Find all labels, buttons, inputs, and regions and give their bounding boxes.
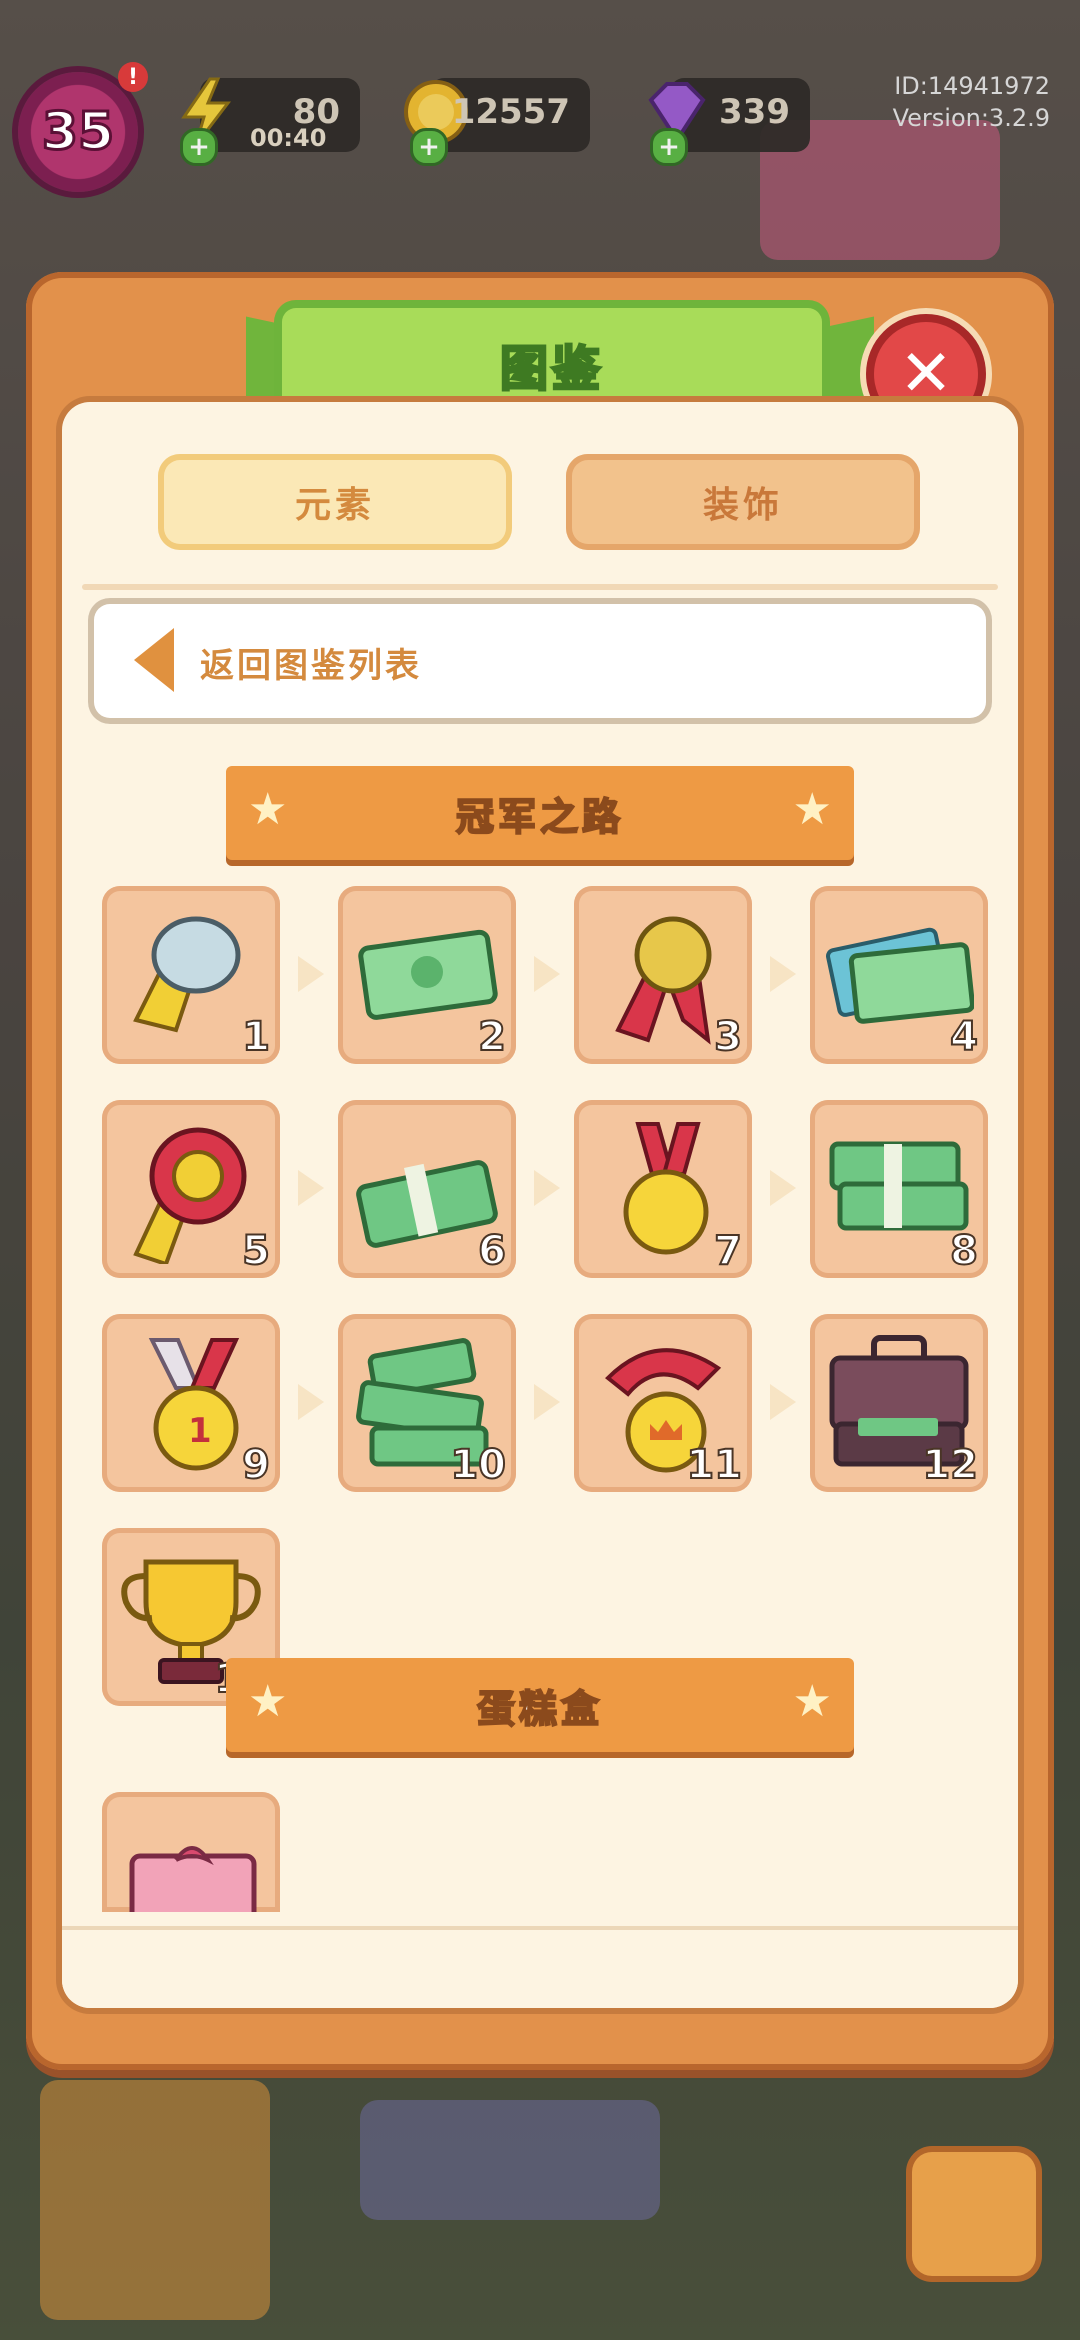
collection-item[interactable]: 8 bbox=[810, 1100, 988, 1278]
item-number: 11 bbox=[685, 1441, 743, 1489]
arrow-icon bbox=[534, 1170, 560, 1206]
item-number: 4 bbox=[949, 1013, 979, 1061]
item-number: 2 bbox=[477, 1013, 507, 1061]
level-value: 35 bbox=[40, 101, 115, 164]
arrow-icon bbox=[770, 1170, 796, 1206]
build-info: ID:14941972 Version:3.2.9 bbox=[893, 70, 1050, 134]
background-decor bbox=[360, 2100, 660, 2220]
arrow-icon bbox=[770, 1384, 796, 1420]
collection-item[interactable]: 7 bbox=[574, 1100, 752, 1278]
item-number: 7 bbox=[713, 1227, 743, 1275]
section-header-champion-road: ★ 冠军之路 ★ bbox=[226, 766, 854, 860]
arrow-icon bbox=[770, 956, 796, 992]
item-number: 8 bbox=[949, 1227, 979, 1275]
arrow-icon bbox=[298, 956, 324, 992]
item-number: 12 bbox=[921, 1441, 979, 1489]
star-icon: ★ bbox=[792, 784, 832, 835]
collection-item[interactable]: 6 bbox=[338, 1100, 516, 1278]
back-to-list-button[interactable]: 返回图鉴列表 bbox=[88, 598, 992, 724]
gem-value: 339 bbox=[719, 92, 790, 132]
star-icon: ★ bbox=[792, 1676, 832, 1727]
collection-item[interactable] bbox=[102, 1792, 280, 1912]
coin-value: 12557 bbox=[451, 92, 570, 132]
energy-timer: 00:40 bbox=[250, 124, 327, 152]
star-icon: ★ bbox=[248, 784, 288, 835]
background-decor bbox=[40, 2080, 270, 2320]
collection-item[interactable]: 5 bbox=[102, 1100, 280, 1278]
collection-item[interactable]: 1 bbox=[102, 886, 280, 1064]
svg-text:1: 1 bbox=[188, 1411, 212, 1451]
add-gems-button[interactable]: + bbox=[650, 128, 688, 166]
close-icon: ✕ bbox=[899, 337, 953, 411]
collection-item[interactable]: 3 bbox=[574, 886, 752, 1064]
section-header-cake-box: ★ 蛋糕盒 ★ bbox=[226, 1658, 854, 1752]
back-label: 返回图鉴列表 bbox=[200, 646, 422, 686]
collection-content[interactable]: 元素 装饰 返回图鉴列表 ★ 冠军之路 ★ 1 2 3 4 5 6 7 8 1 … bbox=[62, 402, 1018, 2008]
player-id: ID:14941972 bbox=[894, 72, 1050, 100]
dialog-title: 图鉴 bbox=[498, 340, 604, 399]
coin-counter[interactable]: + 12557 bbox=[404, 78, 590, 166]
top-hud: 35 ! + 80 00:40 + 12557 + 339 ID:1494197… bbox=[0, 60, 1080, 192]
arrow-icon bbox=[534, 1384, 560, 1420]
item-number: 1 bbox=[241, 1013, 271, 1061]
chat-button[interactable] bbox=[912, 2152, 1036, 2276]
item-number: 5 bbox=[241, 1227, 271, 1275]
arrow-icon bbox=[534, 956, 560, 992]
collection-item[interactable]: 10 bbox=[338, 1314, 516, 1492]
item-number: 3 bbox=[713, 1013, 743, 1061]
version-label: Version:3.2.9 bbox=[892, 104, 1050, 132]
back-arrow-icon bbox=[134, 628, 174, 692]
divider bbox=[82, 584, 998, 590]
alert-icon: ! bbox=[118, 62, 148, 92]
gem-counter[interactable]: + 339 bbox=[648, 78, 810, 166]
add-coins-button[interactable]: + bbox=[410, 128, 448, 166]
cake-box-icon bbox=[129, 1846, 257, 1912]
collection-item[interactable]: 4 bbox=[810, 886, 988, 1064]
item-number: 10 bbox=[449, 1441, 507, 1489]
item-number: 9 bbox=[241, 1441, 271, 1489]
tab-decorations[interactable]: 装饰 bbox=[566, 454, 920, 550]
section-title: 蛋糕盒 bbox=[476, 1686, 603, 1732]
collection-dialog: 图鉴 ✕ 元素 装饰 返回图鉴列表 ★ 冠军之路 ★ 1 2 3 4 5 6 7… bbox=[26, 272, 1054, 2070]
collection-item[interactable]: 12 bbox=[810, 1314, 988, 1492]
section-title: 冠军之路 bbox=[455, 794, 624, 840]
add-energy-button[interactable]: + bbox=[180, 128, 218, 166]
star-icon: ★ bbox=[248, 1676, 288, 1727]
level-badge[interactable]: 35 bbox=[18, 72, 138, 192]
arrow-icon bbox=[298, 1384, 324, 1420]
panel-bottom-edge bbox=[62, 1930, 1018, 2008]
collection-item[interactable]: 2 bbox=[338, 886, 516, 1064]
collection-item[interactable]: 1 9 bbox=[102, 1314, 280, 1492]
collection-item[interactable]: 11 bbox=[574, 1314, 752, 1492]
item-number: 6 bbox=[477, 1227, 507, 1275]
tab-elements[interactable]: 元素 bbox=[158, 454, 512, 550]
arrow-icon bbox=[298, 1170, 324, 1206]
